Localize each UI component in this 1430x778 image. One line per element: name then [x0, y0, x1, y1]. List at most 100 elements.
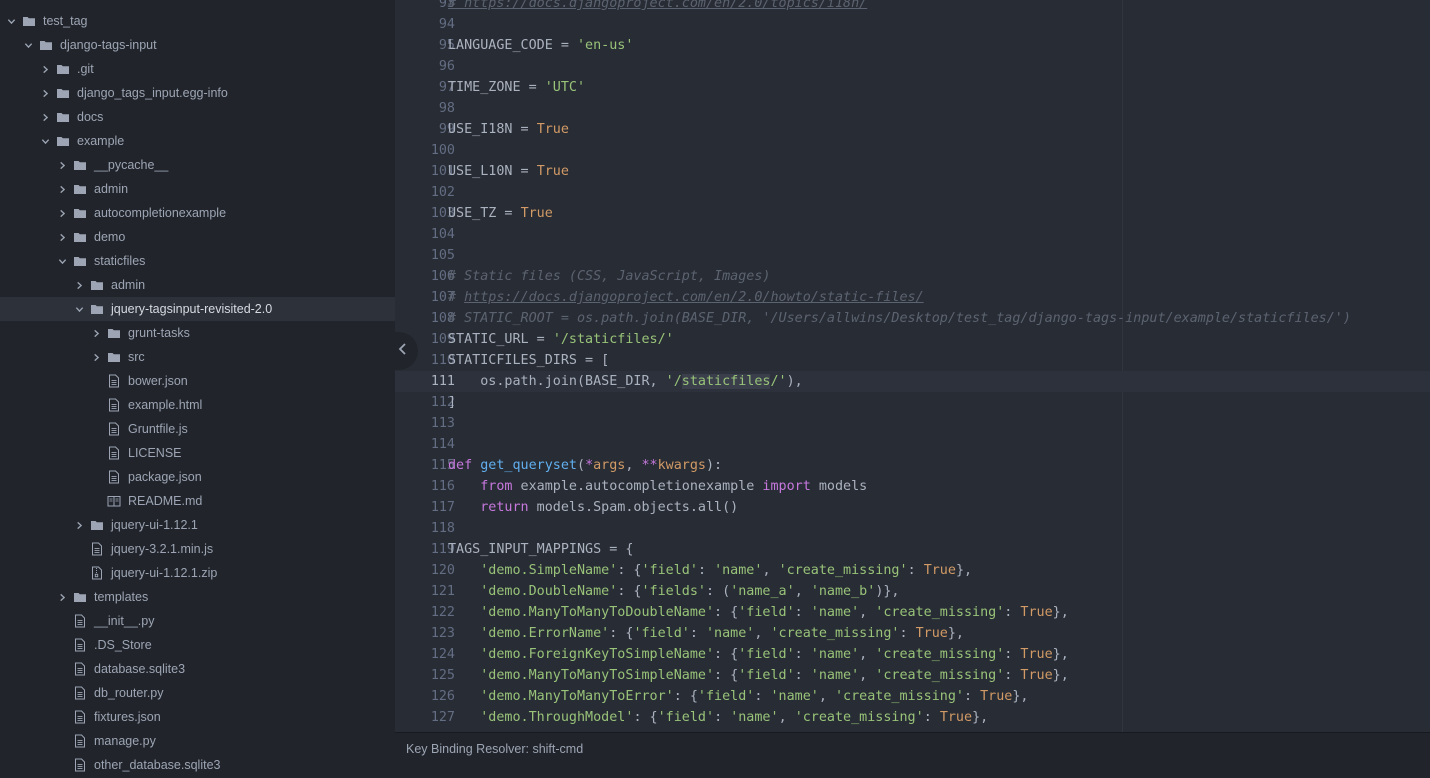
- code-token: True: [536, 164, 569, 179]
- code-line[interactable]: 113: [395, 413, 1430, 434]
- tree-file-item[interactable]: other_database.sqlite3: [0, 753, 395, 777]
- tree-file-item[interactable]: database.sqlite3: [0, 657, 395, 681]
- tree-folder-item[interactable]: .git: [0, 57, 395, 81]
- text-editor[interactable]: 93 # https://docs.djangoproject.com/en/2.…: [395, 0, 1430, 732]
- chevron-right-icon[interactable]: [90, 321, 102, 345]
- chevron-right-icon[interactable]: [56, 585, 68, 609]
- tree-folder-item[interactable]: admin: [0, 273, 395, 297]
- tree-folder-item[interactable]: demo: [0, 225, 395, 249]
- tree-file-item[interactable]: db_router.py: [0, 681, 395, 705]
- tree-folder-item[interactable]: example: [0, 129, 395, 153]
- code-line[interactable]: 105: [395, 245, 1430, 266]
- chevron-right-icon[interactable]: [90, 345, 102, 369]
- tree-file-item[interactable]: __init__.py: [0, 609, 395, 633]
- code-text: return models.Spam.objects.all(): [448, 497, 738, 518]
- tree-file-item[interactable]: .DS_Store: [0, 633, 395, 657]
- code-line[interactable]: 102: [395, 182, 1430, 203]
- tree-folder-item[interactable]: staticfiles: [0, 249, 395, 273]
- code-token: 'name': [770, 689, 819, 704]
- code-line[interactable]: 123 'demo.ErrorName': {'field': 'name', …: [395, 623, 1430, 644]
- tree-folder-item[interactable]: src: [0, 345, 395, 369]
- code-line[interactable]: 115 def get_queryset(*args, **kwargs):: [395, 455, 1430, 476]
- code-token: ),: [786, 374, 803, 389]
- code-token: :: [899, 626, 916, 641]
- tree-folder-item[interactable]: jquery-tagsinput-revisited-2.0: [0, 297, 395, 321]
- chevron-right-icon[interactable]: [39, 81, 51, 105]
- code-line[interactable]: 101 USE_L10N = True: [395, 161, 1430, 182]
- tree-file-item[interactable]: LICENSE: [0, 441, 395, 465]
- tree-folder-item[interactable]: jquery-ui-1.12.1: [0, 513, 395, 537]
- chevron-down-icon[interactable]: [73, 297, 85, 321]
- code-line[interactable]: 122 'demo.ManyToManyToDoubleName': {'fie…: [395, 602, 1430, 623]
- tree-folder-item[interactable]: test_tag: [0, 9, 395, 33]
- tree-file-item[interactable]: jquery-ui-1.12.1.zip: [0, 561, 395, 585]
- chevron-right-icon[interactable]: [39, 105, 51, 129]
- chevron-down-icon[interactable]: [56, 249, 68, 273]
- chevron-right-icon[interactable]: [56, 177, 68, 201]
- folder-icon: [73, 230, 87, 244]
- chevron-right-icon[interactable]: [73, 273, 85, 297]
- tree-file-item[interactable]: bower.json: [0, 369, 395, 393]
- line-number: 98: [438, 101, 455, 116]
- code-line[interactable]: 125 'demo.ManyToManyToSimpleName': {'fie…: [395, 665, 1430, 686]
- code-line[interactable]: 118: [395, 518, 1430, 539]
- tree-item-label: demo: [94, 230, 126, 244]
- tree-folder-item[interactable]: admin: [0, 177, 395, 201]
- code-line[interactable]: 94: [395, 14, 1430, 35]
- code-line[interactable]: 121 'demo.DoubleName': {'fields': ('name…: [395, 581, 1430, 602]
- chevron-right-icon[interactable]: [73, 513, 85, 537]
- code-line[interactable]: 97 TIME_ZONE = 'UTC': [395, 77, 1430, 98]
- tree-folder-item[interactable]: django-tags-input: [0, 33, 395, 57]
- tree-file-item[interactable]: package.json: [0, 465, 395, 489]
- tree-folder-item[interactable]: autocompletionexample: [0, 201, 395, 225]
- code-line[interactable]: 120 'demo.SimpleName': {'field': 'name',…: [395, 560, 1430, 581]
- chevron-right-icon[interactable]: [39, 57, 51, 81]
- tree-folder-item[interactable]: django_tags_input.egg-info: [0, 81, 395, 105]
- line-number: 94: [438, 17, 455, 32]
- code-line[interactable]: 119 TAGS_INPUT_MAPPINGS = {: [395, 539, 1430, 560]
- tree-folder-item[interactable]: docs: [0, 105, 395, 129]
- chevron-down-icon[interactable]: [5, 9, 17, 33]
- code-line[interactable]: 93 # https://docs.djangoproject.com/en/2.…: [395, 0, 1430, 14]
- code-token: return: [480, 500, 529, 515]
- code-line[interactable]: 107 # https://docs.djangoproject.com/en/2…: [395, 287, 1430, 308]
- chevron-down-icon[interactable]: [22, 33, 34, 57]
- code-line[interactable]: 96: [395, 56, 1430, 77]
- code-line[interactable]: 103 USE_TZ = True: [395, 203, 1430, 224]
- code-line[interactable]: 124 'demo.ForeignKeyToSimpleName': {'fie…: [395, 644, 1430, 665]
- code-line[interactable]: 104: [395, 224, 1430, 245]
- tree-file-item[interactable]: README.md: [0, 489, 395, 513]
- tree-file-item[interactable]: Gruntfile.js: [0, 417, 395, 441]
- code-line[interactable]: 108 # STATIC_ROOT = os.path.join(BASE_DIR…: [395, 308, 1430, 329]
- code-line[interactable]: 106 # Static files (CSS, JavaScript, Imag…: [395, 266, 1430, 287]
- tree-file-item[interactable]: manage.py: [0, 729, 395, 753]
- tree-file-item[interactable]: fixtures.json: [0, 705, 395, 729]
- chevron-down-icon[interactable]: [39, 129, 51, 153]
- chevron-right-icon[interactable]: [56, 225, 68, 249]
- tree-folder-item[interactable]: __pycache__: [0, 153, 395, 177]
- code-line[interactable]: 126 'demo.ManyToManyToError': {'field': …: [395, 686, 1430, 707]
- code-token: True: [536, 122, 569, 137]
- tree-folder-item[interactable]: templates: [0, 585, 395, 609]
- code-line[interactable]: 110 STATICFILES_DIRS = [: [395, 350, 1430, 371]
- code-line[interactable]: 114: [395, 434, 1430, 455]
- code-line[interactable]: 99 USE_I18N = True: [395, 119, 1430, 140]
- chevron-right-icon[interactable]: [56, 201, 68, 225]
- code-text: # STATIC_ROOT = os.path.join(BASE_DIR, '…: [448, 308, 1351, 329]
- code-line[interactable]: 116 from example.autocompletionexample i…: [395, 476, 1430, 497]
- tree-item-label: test_tag: [43, 14, 88, 28]
- tree-folder-item[interactable]: grunt-tasks: [0, 321, 395, 345]
- tree-item-label: django_tags_input.egg-info: [77, 86, 228, 100]
- chevron-right-icon[interactable]: [56, 153, 68, 177]
- code-line[interactable]: 111 os.path.join(BASE_DIR, '/staticfiles…: [395, 371, 1430, 392]
- code-token: 'field': [641, 563, 698, 578]
- tree-file-item[interactable]: example.html: [0, 393, 395, 417]
- code-line[interactable]: 112]: [395, 392, 1430, 413]
- code-line[interactable]: 98: [395, 98, 1430, 119]
- code-line[interactable]: 109 STATIC_URL = '/staticfiles/': [395, 329, 1430, 350]
- code-line[interactable]: 100: [395, 140, 1430, 161]
- tree-file-item[interactable]: jquery-3.2.1.min.js: [0, 537, 395, 561]
- code-line[interactable]: 117 return models.Spam.objects.all(): [395, 497, 1430, 518]
- code-line[interactable]: 95 LANGUAGE_CODE = 'en-us': [395, 35, 1430, 56]
- code-line[interactable]: 127 'demo.ThroughModel': {'field': 'name…: [395, 707, 1430, 728]
